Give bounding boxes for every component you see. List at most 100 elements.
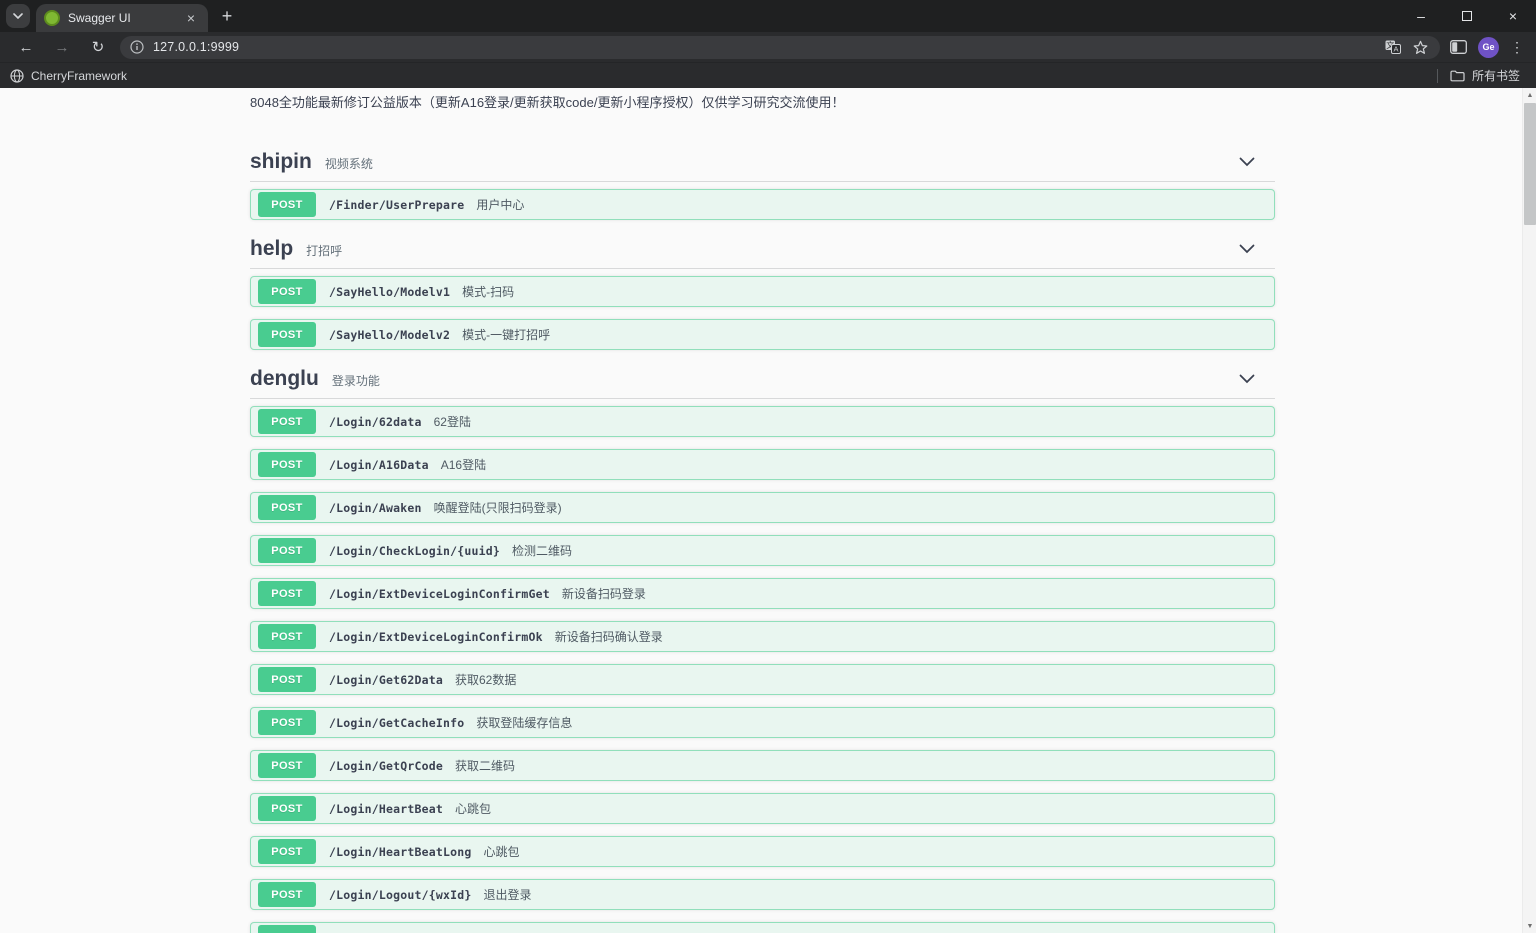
endpoint-path: /Login/HeartBeat (329, 802, 443, 816)
endpoint-summary: 新设备扫码登录 (562, 585, 646, 602)
endpoint-path: /Login/ExtDeviceLoginConfirmOk (329, 630, 543, 644)
endpoint-path: /SayHello/Modelv2 (329, 328, 450, 342)
browser-menu-button[interactable]: ⋮ (1510, 39, 1524, 56)
endpoint-summary: 用户中心 (476, 196, 524, 213)
endpoint-row[interactable]: POST /Login/ExtDeviceLoginConfirmOk 新设备扫… (250, 621, 1275, 652)
minimize-button[interactable]: – (1398, 0, 1444, 32)
tag-header-text: help 打招呼 (250, 234, 342, 264)
svg-text:A: A (1393, 45, 1398, 54)
endpoint-row[interactable]: POST /Login/Logout/{wxId} 退出登录 (250, 879, 1275, 910)
endpoint-path: /Login/Awaken (329, 501, 422, 515)
tag-header-text: denglu 登录功能 (250, 364, 380, 394)
new-tab-button[interactable]: + (214, 3, 240, 29)
collapse-tag-button[interactable] (1235, 237, 1259, 261)
endpoint-path: /SayHello/Modelv1 (329, 285, 450, 299)
endpoint-path: /Login/GetQrCode (329, 759, 443, 773)
chevron-down-icon (1239, 244, 1255, 254)
endpoint-summary: 唤醒登陆(只限扫码登录) (434, 499, 562, 516)
tag-description: 打招呼 (306, 242, 342, 259)
browser-tab[interactable]: Swagger UI × (36, 4, 208, 32)
endpoint-row[interactable]: POST /SayHello/Modelv1 模式-扫码 (250, 276, 1275, 307)
operations-list: POST /Login/62data 62登陆 POST /Login/A16D… (250, 399, 1275, 933)
endpoint-row[interactable]: POST /Login/Awaken 唤醒登陆(只限扫码登录) (250, 492, 1275, 523)
site-info-button[interactable] (130, 40, 144, 54)
endpoint-row[interactable]: POST /Finder/UserPrepare 用户中心 (250, 189, 1275, 220)
method-badge: POST (258, 581, 316, 606)
endpoint-row[interactable]: POST /Login/ExtDeviceLoginConfirmGet 新设备… (250, 578, 1275, 609)
address-bar[interactable]: 127.0.0.1:9999 文A (120, 36, 1440, 59)
method-badge: POST (258, 538, 316, 563)
page-scrollbar[interactable]: ▲ ▼ (1522, 88, 1536, 933)
endpoint-row[interactable]: POST /Login/CheckLogin/{uuid} 检测二维码 (250, 535, 1275, 566)
method-badge: POST (258, 279, 316, 304)
api-tag-section: shipin 视频系统 POST /Finder/UserPrepare 用户中… (250, 145, 1275, 220)
tag-name: shipin (250, 147, 312, 177)
endpoint-summary: 检测二维码 (512, 542, 572, 559)
maximize-button[interactable] (1444, 0, 1490, 32)
method-badge: POST (258, 624, 316, 649)
method-badge: POST (258, 710, 316, 735)
method-badge: POST (258, 925, 316, 933)
endpoint-row[interactable]: POST /Login/A16Data A16登陆 (250, 449, 1275, 480)
method-badge: POST (258, 753, 316, 778)
api-notice: 8048全功能最新修订公益版本（更新A16登录/更新获取code/更新小程序授权… (250, 88, 1275, 112)
method-badge: POST (258, 452, 316, 477)
collapse-tag-button[interactable] (1235, 150, 1259, 174)
bookmark-label: CherryFramework (31, 69, 127, 83)
tag-header[interactable]: help 打招呼 (250, 232, 1275, 269)
endpoint-summary: 新设备扫码确认登录 (555, 628, 663, 645)
profile-avatar[interactable]: Ge (1478, 37, 1499, 58)
tab-close-button[interactable]: × (182, 9, 200, 27)
collapse-tag-button[interactable] (1235, 367, 1259, 391)
endpoint-summary: 获取62数据 (455, 671, 516, 688)
side-panel-icon[interactable] (1450, 40, 1467, 54)
tab-search-button[interactable] (6, 4, 30, 28)
tag-header[interactable]: shipin 视频系统 (250, 145, 1275, 182)
translate-icon[interactable]: 文A (1385, 40, 1401, 54)
maximize-icon (1462, 11, 1472, 21)
scrollbar-down-arrow[interactable]: ▼ (1523, 919, 1536, 933)
method-badge: POST (258, 495, 316, 520)
tag-name: denglu (250, 364, 319, 394)
endpoint-row[interactable]: POST /Login/GetCacheInfo 获取登陆缓存信息 (250, 707, 1275, 738)
endpoint-row[interactable]: POST /Login/HeartBeatLong 心跳包 (250, 836, 1275, 867)
endpoint-path: /Finder/UserPrepare (329, 198, 464, 212)
endpoint-path: /Login/A16Data (329, 458, 429, 472)
bookmarks-divider (1437, 69, 1438, 83)
endpoint-path: /Login/GetCacheInfo (329, 716, 464, 730)
forward-button[interactable]: → (49, 34, 75, 60)
endpoint-row[interactable]: POST /Login/GetQrCode 获取二维码 (250, 750, 1275, 781)
endpoint-row[interactable]: POST /Login/Get62Data 获取62数据 (250, 664, 1275, 695)
globe-icon (10, 69, 24, 83)
all-bookmarks-button[interactable]: 所有书签 (1450, 67, 1520, 84)
method-badge: POST (258, 409, 316, 434)
tab-title: Swagger UI (68, 11, 182, 25)
chevron-down-icon (1239, 157, 1255, 167)
tag-description: 登录功能 (332, 372, 380, 389)
url-text[interactable]: 127.0.0.1:9999 (153, 40, 1385, 54)
bookmark-cherryframework[interactable]: CherryFramework (10, 69, 127, 83)
endpoint-path: /Login/62data (329, 415, 422, 429)
endpoint-row[interactable]: POST (250, 922, 1275, 933)
browser-titlebar: Swagger UI × + – × (0, 0, 1536, 32)
endpoint-row[interactable]: POST /Login/HeartBeat 心跳包 (250, 793, 1275, 824)
scrollbar-thumb[interactable] (1524, 103, 1536, 225)
tag-header-text: shipin 视频系统 (250, 147, 373, 177)
back-button[interactable]: ← (13, 34, 39, 60)
bookmark-star-icon[interactable] (1413, 40, 1428, 55)
tag-description: 视频系统 (325, 155, 373, 172)
method-badge: POST (258, 796, 316, 821)
info-icon (130, 40, 144, 54)
swagger-content: 8048全功能最新修订公益版本（更新A16登录/更新获取code/更新小程序授权… (250, 88, 1275, 933)
api-tag-section: help 打招呼 POST /SayHello/Modelv1 模式-扫码 PO… (250, 232, 1275, 350)
api-sections: shipin 视频系统 POST /Finder/UserPrepare 用户中… (250, 145, 1275, 933)
endpoint-row[interactable]: POST /SayHello/Modelv2 模式-一键打招呼 (250, 319, 1275, 350)
chevron-down-icon (1239, 374, 1255, 384)
scrollbar-up-arrow[interactable]: ▲ (1523, 88, 1536, 102)
endpoint-path: /Login/Get62Data (329, 673, 443, 687)
operations-list: POST /SayHello/Modelv1 模式-扫码 POST /SayHe… (250, 269, 1275, 350)
close-button[interactable]: × (1490, 0, 1536, 32)
endpoint-row[interactable]: POST /Login/62data 62登陆 (250, 406, 1275, 437)
reload-button[interactable]: ↻ (85, 34, 111, 60)
tag-header[interactable]: denglu 登录功能 (250, 362, 1275, 399)
